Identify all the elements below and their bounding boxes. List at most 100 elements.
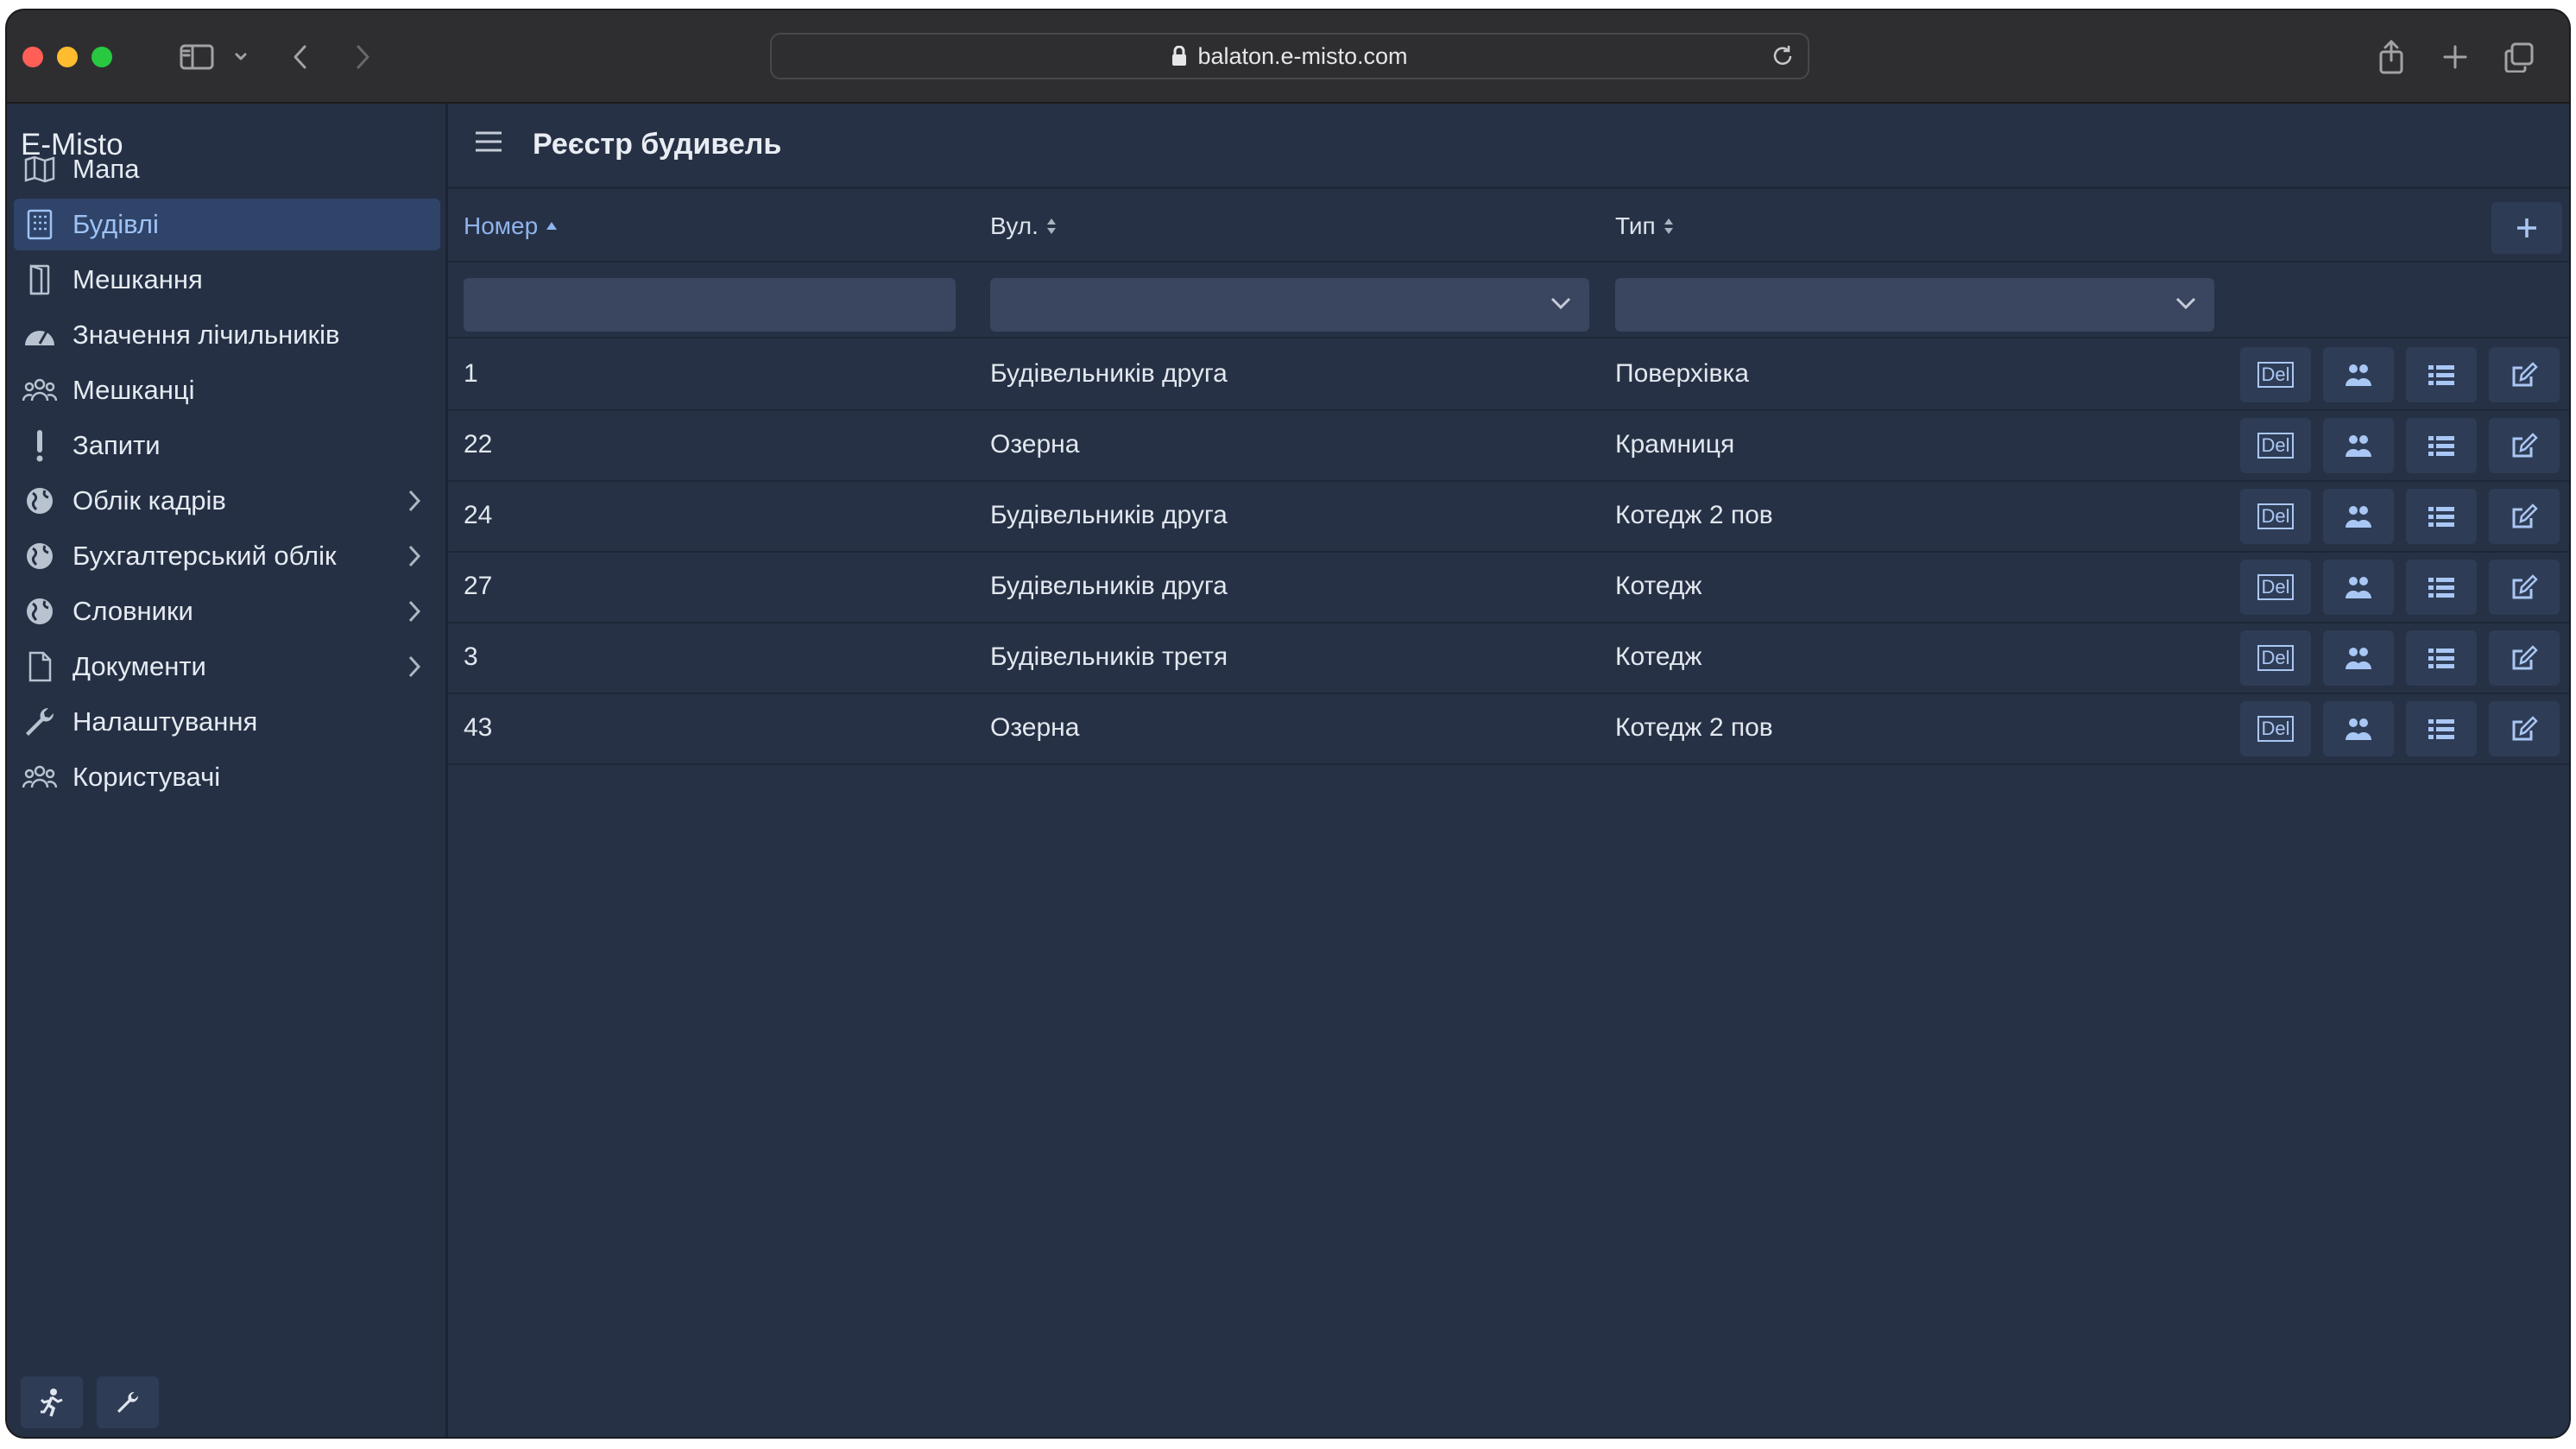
type-filter-select[interactable] xyxy=(1615,278,2214,332)
people-icon xyxy=(2344,645,2373,671)
sidebar-item-label: Мапа xyxy=(73,154,140,184)
edit-button[interactable] xyxy=(2489,418,2560,473)
details-button[interactable] xyxy=(2406,560,2477,615)
details-button[interactable] xyxy=(2406,701,2477,756)
residents-button[interactable] xyxy=(2323,347,2394,402)
number-filter-input[interactable] xyxy=(464,278,956,332)
sidebar-item-label: Запити xyxy=(73,430,161,460)
details-button[interactable] xyxy=(2406,489,2477,544)
running-person-icon xyxy=(39,1388,65,1417)
delete-button[interactable]: Del xyxy=(2240,418,2311,473)
sidebar-toggle-icon[interactable] xyxy=(176,36,218,78)
sidebar-item-dictionaries[interactable]: Словники xyxy=(14,585,440,637)
share-icon[interactable] xyxy=(2374,36,2409,78)
details-button[interactable] xyxy=(2406,418,2477,473)
close-window-button[interactable] xyxy=(22,47,43,67)
edit-button[interactable] xyxy=(2489,701,2560,756)
delete-icon: Del xyxy=(2257,645,2294,671)
table-row[interactable]: 27 Будівельників друга Котедж Del xyxy=(448,551,2569,623)
add-building-button[interactable] xyxy=(2491,202,2562,254)
delete-button[interactable]: Del xyxy=(2240,630,2311,686)
chevron-down-icon[interactable] xyxy=(230,36,252,78)
minimize-window-button[interactable] xyxy=(57,47,78,67)
sidebar-item-settings[interactable]: Налаштування xyxy=(14,696,440,748)
sidebar-item-label: Користувачі xyxy=(73,762,221,792)
delete-button[interactable]: Del xyxy=(2240,347,2311,402)
column-header-street[interactable]: Вул. xyxy=(990,212,1058,240)
list-icon xyxy=(2427,363,2456,387)
delete-button[interactable]: Del xyxy=(2240,489,2311,544)
sidebar-item-accounting[interactable]: Бухгалтерський облік xyxy=(14,530,440,582)
address-bar[interactable]: balaton.e-misto.com xyxy=(770,33,1809,79)
menu-icon[interactable] xyxy=(474,130,503,158)
delete-button[interactable]: Del xyxy=(2240,701,2311,756)
edit-button[interactable] xyxy=(2489,630,2560,686)
cell-type: Поверхівка xyxy=(1615,359,1749,388)
delete-icon: Del xyxy=(2257,574,2294,600)
residents-button[interactable] xyxy=(2323,560,2394,615)
table-row[interactable]: 22 Озерна Крамниця Del xyxy=(448,409,2569,482)
table-row[interactable]: 24 Будівельників друга Котедж 2 пов Del xyxy=(448,480,2569,553)
tab-overview-icon[interactable] xyxy=(2502,36,2536,78)
sidebar-item-label: Документи xyxy=(73,651,206,681)
back-arrow-icon[interactable] xyxy=(285,36,316,78)
sidebar-item-dwellings[interactable]: Мешкання xyxy=(14,254,440,306)
cell-number: 1 xyxy=(464,359,478,388)
document-icon xyxy=(21,648,59,686)
residents-button[interactable] xyxy=(2323,418,2394,473)
sidebar-item-hr[interactable]: Облік кадрів xyxy=(14,475,440,527)
list-icon xyxy=(2427,575,2456,599)
sidebar-item-users[interactable]: Користувачі xyxy=(14,751,440,803)
cell-number: 3 xyxy=(464,642,478,671)
table-row[interactable]: 1 Будівельників друга Поверхівка Del xyxy=(448,339,2569,411)
new-tab-icon[interactable] xyxy=(2438,36,2472,78)
column-header-number[interactable]: Номер xyxy=(464,212,559,240)
table-row[interactable]: 3 Будівельників третя Котедж Del xyxy=(448,622,2569,694)
edit-icon xyxy=(2510,361,2538,389)
cell-type: Котедж 2 пов xyxy=(1615,501,1773,529)
edit-button[interactable] xyxy=(2489,560,2560,615)
table-header: Номер Вул. Тип xyxy=(448,187,2569,263)
zoom-window-button[interactable] xyxy=(92,47,112,67)
sidebar-item-meter-readings[interactable]: Значення лічильників xyxy=(14,309,440,361)
sidebar-item-buildings[interactable]: Будівлі xyxy=(14,199,440,250)
edit-button[interactable] xyxy=(2489,489,2560,544)
sidebar-item-map[interactable]: Мапа xyxy=(14,143,440,195)
sidebar-item-label: Облік кадрів xyxy=(73,485,226,516)
sidebar-item-requests[interactable]: Запити xyxy=(14,420,440,471)
sidebar-item-label: Будівлі xyxy=(73,209,159,239)
edit-icon xyxy=(2510,573,2538,601)
sidebar-item-label: Бухгалтерський облік xyxy=(73,541,337,571)
chevron-right-icon xyxy=(407,489,421,520)
details-button[interactable] xyxy=(2406,347,2477,402)
edit-button[interactable] xyxy=(2489,347,2560,402)
table-row[interactable]: 43 Озерна Котедж 2 пов Del xyxy=(448,693,2569,765)
residents-button[interactable] xyxy=(2323,489,2394,544)
street-filter-select[interactable] xyxy=(990,278,1589,332)
sidebar-item-documents[interactable]: Документи xyxy=(14,641,440,693)
chevron-right-icon xyxy=(407,655,421,686)
delete-icon: Del xyxy=(2257,433,2294,459)
tools-button[interactable] xyxy=(97,1376,159,1428)
main-content: Реєстр будивель Номер Вул. Тип 1 Будівел… xyxy=(448,104,2569,1437)
wrench-icon xyxy=(21,703,59,741)
cell-type: Котедж 2 пов xyxy=(1615,713,1773,742)
forward-arrow-icon[interactable] xyxy=(347,36,378,78)
globe-icon xyxy=(21,482,59,520)
column-header-type[interactable]: Тип xyxy=(1615,212,1675,240)
chevron-down-icon xyxy=(1550,295,1572,315)
gauge-icon xyxy=(21,316,59,354)
cell-street: Озерна xyxy=(990,713,1080,742)
cell-street: Будівельників друга xyxy=(990,501,1228,529)
column-label: Вул. xyxy=(990,212,1039,239)
delete-button[interactable]: Del xyxy=(2240,560,2311,615)
residents-button[interactable] xyxy=(2323,630,2394,686)
sidebar-item-label: Налаштування xyxy=(73,706,258,737)
reload-icon[interactable] xyxy=(1770,43,1796,69)
logout-button[interactable] xyxy=(21,1376,83,1428)
edit-icon xyxy=(2510,432,2538,459)
residents-button[interactable] xyxy=(2323,701,2394,756)
cell-street: Будівельників друга xyxy=(990,359,1228,388)
details-button[interactable] xyxy=(2406,630,2477,686)
sidebar-item-residents[interactable]: Мешканці xyxy=(14,364,440,416)
